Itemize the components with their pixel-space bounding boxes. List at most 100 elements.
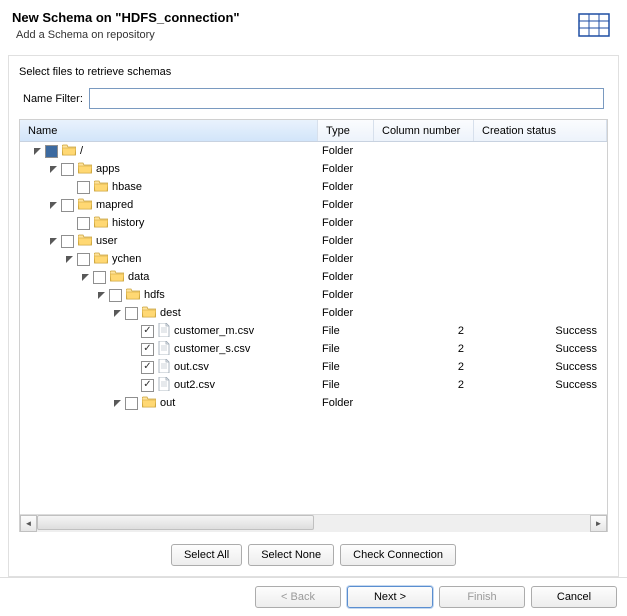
tree-expander[interactable]	[80, 272, 91, 283]
scroll-thumb[interactable]	[37, 515, 314, 530]
row-checkbox[interactable]	[77, 181, 90, 194]
row-checkbox[interactable]	[93, 271, 106, 284]
row-name-label: /	[80, 145, 83, 157]
folder-icon	[142, 396, 160, 411]
row-checkbox[interactable]	[61, 235, 74, 248]
row-creation-status: Success	[474, 325, 607, 337]
table-row[interactable]: hbase Folder	[20, 178, 607, 196]
table-row[interactable]: userFolder	[20, 232, 607, 250]
tree-expander[interactable]	[112, 398, 123, 409]
row-column-number: 2	[374, 343, 474, 355]
row-name-label: customer_s.csv	[174, 343, 250, 355]
row-column-number: 2	[374, 361, 474, 373]
row-checkbox[interactable]	[141, 361, 154, 374]
row-checkbox[interactable]	[125, 307, 138, 320]
dialog-title: New Schema on "HDFS_connection"	[12, 10, 573, 25]
table-row[interactable]: out.csvFile2Success	[20, 358, 607, 376]
folder-icon	[142, 306, 160, 321]
table-row[interactable]: apps Folder	[20, 160, 607, 178]
dialog-subtitle: Add a Schema on repository	[12, 29, 573, 41]
file-tree-table: Name Type Column number Creation status …	[19, 119, 608, 532]
row-name-label: mapred	[96, 199, 133, 211]
col-header-type[interactable]: Type	[318, 120, 374, 141]
row-checkbox[interactable]	[125, 397, 138, 410]
table-row[interactable]: destFolder	[20, 304, 607, 322]
row-checkbox[interactable]	[141, 325, 154, 338]
tree-expander[interactable]	[64, 254, 75, 265]
tree-expander[interactable]	[48, 164, 59, 175]
row-checkbox[interactable]	[45, 145, 58, 158]
row-name-label: hbase	[112, 181, 142, 193]
file-icon	[158, 359, 174, 376]
grid-icon	[573, 10, 615, 40]
dialog-header: New Schema on "HDFS_connection" Add a Sc…	[0, 0, 627, 55]
folder-icon	[78, 198, 96, 213]
row-type: Folder	[318, 181, 374, 193]
row-column-number: 2	[374, 325, 474, 337]
tree-expander-none	[128, 344, 139, 355]
row-name-label: ychen	[112, 253, 141, 265]
row-type: Folder	[318, 271, 374, 283]
row-checkbox[interactable]	[61, 199, 74, 212]
next-button[interactable]: Next >	[347, 586, 433, 608]
select-none-button[interactable]: Select None	[248, 544, 334, 566]
row-type: File	[318, 343, 374, 355]
finish-button[interactable]: Finish	[439, 586, 525, 608]
tree-expander[interactable]	[96, 290, 107, 301]
folder-icon	[94, 180, 112, 195]
row-type: Folder	[318, 199, 374, 211]
row-name-label: hdfs	[144, 289, 165, 301]
folder-icon	[94, 216, 112, 231]
row-checkbox[interactable]	[77, 217, 90, 230]
tree-expander-none	[64, 218, 75, 229]
row-type: Folder	[318, 217, 374, 229]
select-all-button[interactable]: Select All	[171, 544, 242, 566]
table-row[interactable]: hdfs Folder	[20, 286, 607, 304]
table-row[interactable]: outFolder	[20, 394, 607, 412]
col-header-name[interactable]: Name	[20, 120, 318, 141]
table-row[interactable]: out2.csvFile2Success	[20, 376, 607, 394]
row-checkbox[interactable]	[141, 379, 154, 392]
tree-expander-none	[128, 380, 139, 391]
folder-icon	[94, 252, 112, 267]
tree-expander[interactable]	[32, 146, 43, 157]
row-checkbox[interactable]	[77, 253, 90, 266]
row-type: Folder	[318, 145, 374, 157]
table-row[interactable]: historyFolder	[20, 214, 607, 232]
row-type: Folder	[318, 397, 374, 409]
folder-icon	[110, 270, 128, 285]
tree-expander[interactable]	[48, 200, 59, 211]
row-checkbox[interactable]	[61, 163, 74, 176]
horizontal-scrollbar[interactable]: ◄ ►	[20, 514, 607, 531]
row-type: File	[318, 325, 374, 337]
table-row[interactable]: / Folder	[20, 142, 607, 160]
name-filter-input[interactable]	[89, 88, 604, 109]
col-header-column-number[interactable]: Column number	[374, 120, 474, 141]
row-type: Folder	[318, 163, 374, 175]
tree-expander[interactable]	[48, 236, 59, 247]
col-header-creation-status[interactable]: Creation status	[474, 120, 607, 141]
name-filter-label: Name Filter:	[23, 93, 83, 105]
folder-icon	[78, 162, 96, 177]
cancel-button[interactable]: Cancel	[531, 586, 617, 608]
table-row[interactable]: customer_m.csv File2Success	[20, 322, 607, 340]
tree-expander[interactable]	[112, 308, 123, 319]
row-name-label: customer_m.csv	[174, 325, 254, 337]
table-row[interactable]: mapred Folder	[20, 196, 607, 214]
table-row[interactable]: ychenFolder	[20, 250, 607, 268]
row-checkbox[interactable]	[109, 289, 122, 302]
row-type: Folder	[318, 307, 374, 319]
row-type: File	[318, 379, 374, 391]
folder-icon	[62, 144, 80, 159]
back-button[interactable]: < Back	[255, 586, 341, 608]
row-checkbox[interactable]	[141, 343, 154, 356]
row-name-label: apps	[96, 163, 120, 175]
scroll-left-button[interactable]: ◄	[20, 515, 37, 532]
row-type: Folder	[318, 289, 374, 301]
row-creation-status: Success	[474, 343, 607, 355]
table-row[interactable]: customer_s.csv File2Success	[20, 340, 607, 358]
check-connection-button[interactable]: Check Connection	[340, 544, 456, 566]
table-row[interactable]: dataFolder	[20, 268, 607, 286]
section-label: Select files to retrieve schemas	[19, 66, 608, 78]
scroll-right-button[interactable]: ►	[590, 515, 607, 532]
